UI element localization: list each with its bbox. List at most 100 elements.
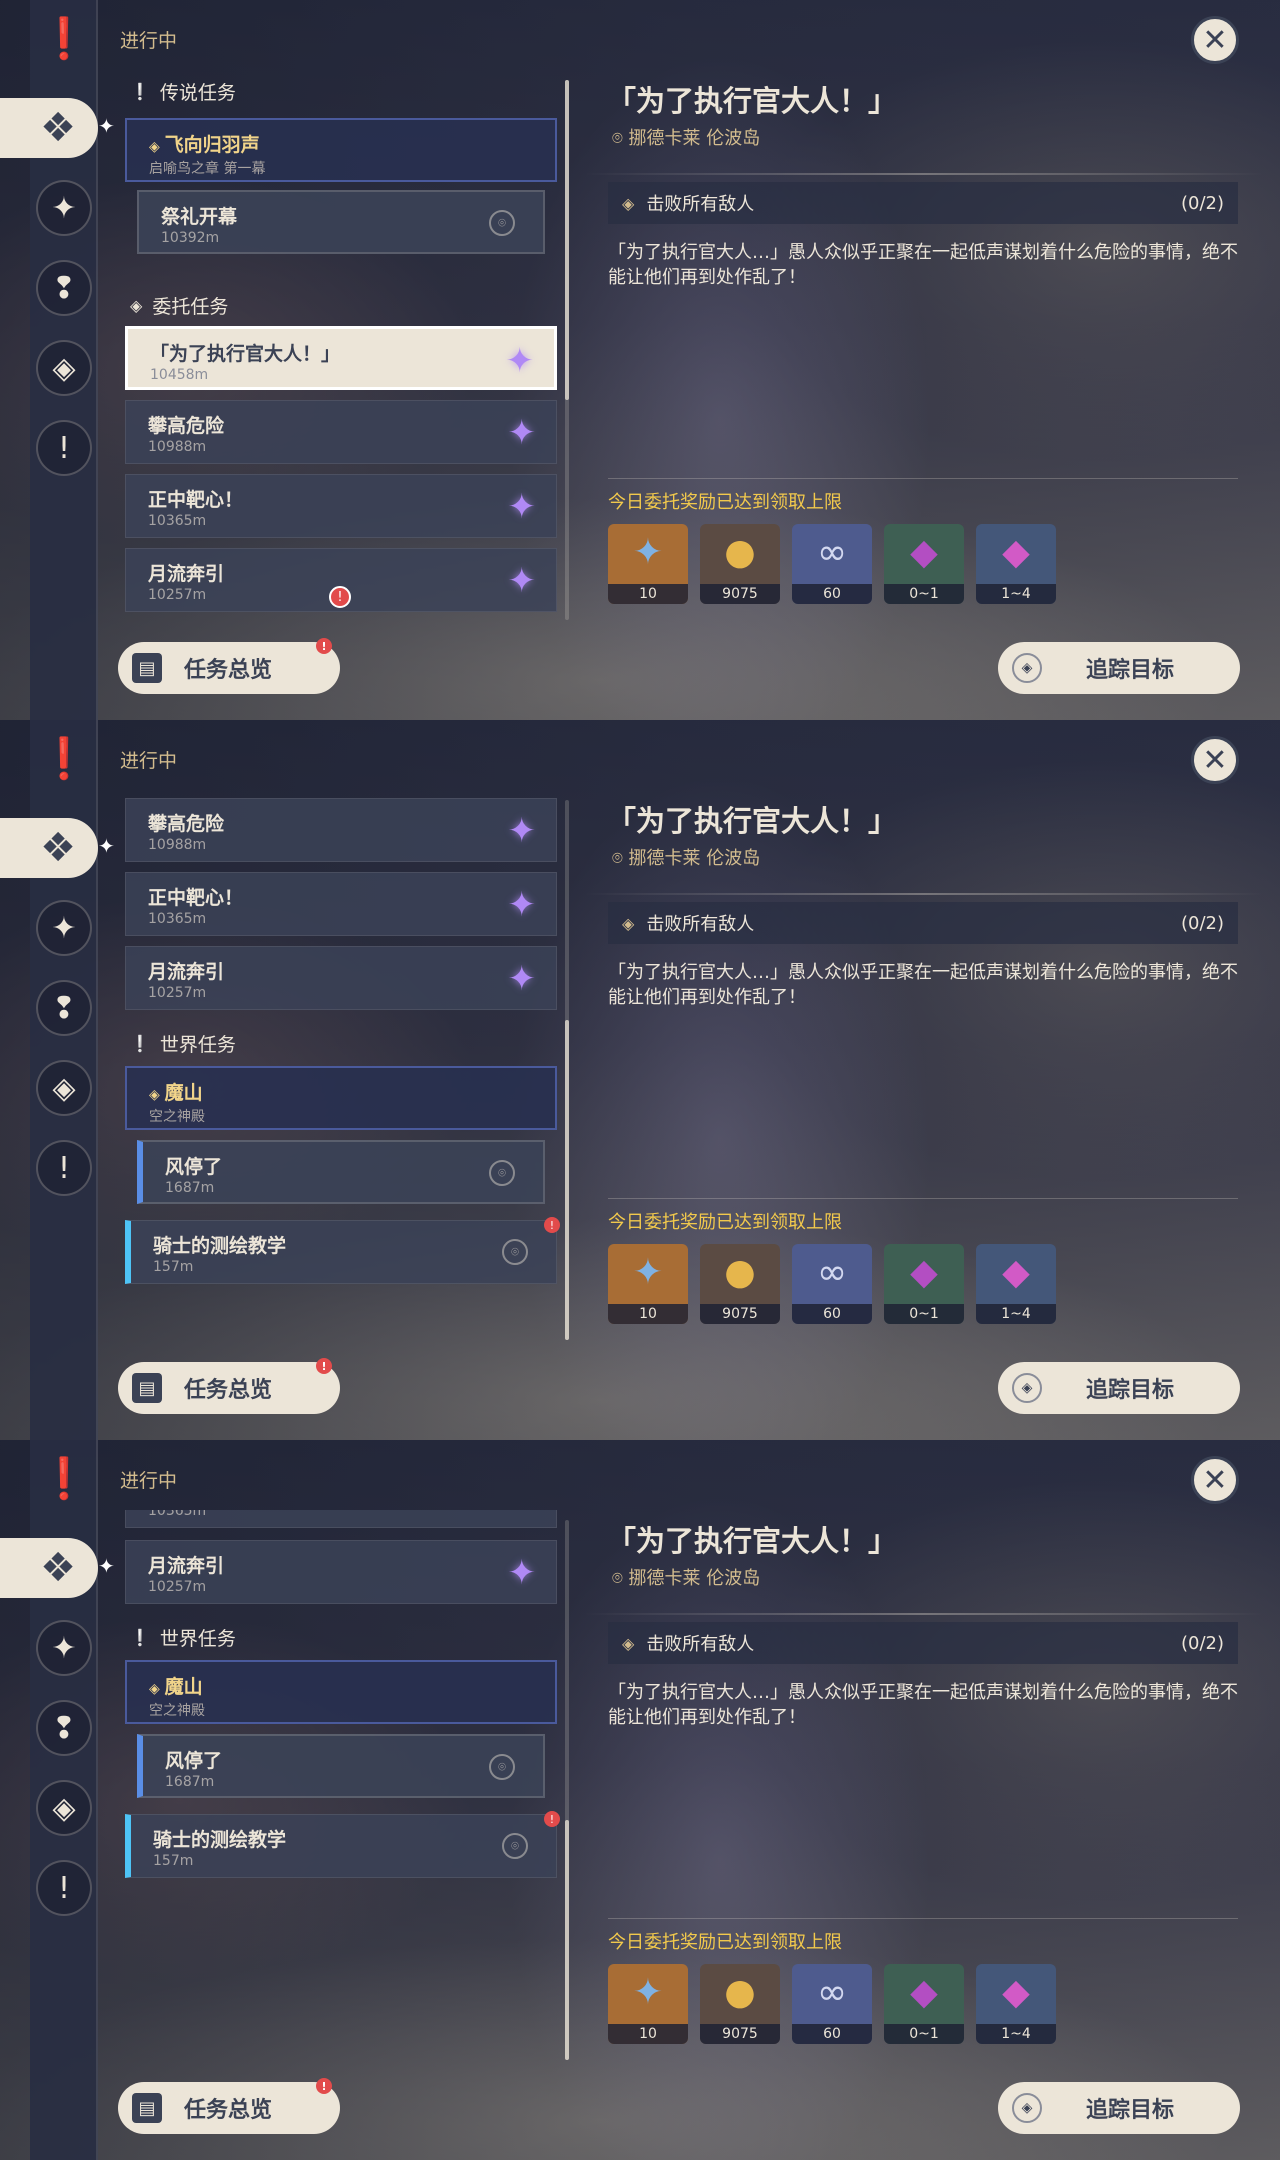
primogem-icon[interactable]: ✦ 10 — [608, 1964, 688, 2044]
quest-screen-3: ❗ ✦ ❢ ◈ ! ❖ ✦ 进行中 10365m 月流奔引 10257m ✦ ❕… — [0, 1440, 1280, 2160]
quest-book-icon: ▤ — [132, 2093, 162, 2123]
quest-location: ⌾ 挪德卡莱 伦波岛 — [612, 1568, 761, 1589]
commission-star-icon: ✦ — [507, 1553, 537, 1593]
world-quest-icon[interactable]: ❢ — [36, 980, 92, 1036]
purple-crystal-icon[interactable]: ◆ 1~4 — [976, 524, 1056, 604]
commission-card[interactable]: 月流奔引 10257m ✦ — [125, 1540, 557, 1604]
quest-title: 「为了执行官大人！」 — [607, 804, 898, 838]
section-legend: ❕ 传说任务 — [130, 82, 236, 104]
commission-card-partial[interactable]: 10365m — [125, 1510, 557, 1528]
quest-overview-button[interactable]: ▤ 任务总览 ! — [118, 2078, 340, 2134]
world-quest-icon[interactable]: ❢ — [36, 1700, 92, 1756]
world-quest-icon[interactable]: ❢ — [36, 260, 92, 316]
event-quest-icon[interactable]: ◈ — [36, 340, 92, 396]
sparkle-icon: ✦ — [98, 834, 115, 858]
quest-overview-button[interactable]: ▤ 任务总览 ! — [118, 1358, 340, 1414]
close-button[interactable]: ✕ — [1191, 736, 1239, 784]
daily-commission-icon: ❖ — [40, 825, 76, 871]
quest-objective: ◈ 击败所有敌人 (0/2) — [608, 1622, 1238, 1664]
commission-star-icon: ✦ — [505, 341, 535, 381]
green-crystal-icon[interactable]: ◆ 0~1 — [884, 1964, 964, 2044]
location-pin-icon[interactable]: ⌾ — [502, 1239, 528, 1265]
archon-quest-icon[interactable]: ✦ — [36, 1620, 92, 1676]
world-step-card[interactable]: 风停了 1687m ⌾ — [137, 1734, 545, 1798]
bookmark-icon[interactable]: ❗ — [36, 1450, 92, 1506]
quest-list-scrollbar[interactable] — [565, 1520, 569, 2060]
reward-limit-notice: 今日委托奖励已达到领取上限 — [608, 1212, 842, 1233]
purple-crystal-icon[interactable]: ◆ 1~4 — [976, 1964, 1056, 2044]
close-button[interactable]: ✕ — [1191, 1456, 1239, 1504]
commission-star-icon: ✦ — [507, 885, 537, 925]
close-icon: ✕ — [1202, 22, 1228, 58]
alert-dot-icon: ! — [316, 2078, 332, 2094]
quest-screen-1: ❗ ✦ ❢ ◈ ! ❖ ✦ 进行中 ❕传说任务 飞向归羽声 启喻鸟之章 第一幕 … — [0, 0, 1280, 720]
location-pin-icon[interactable]: ⌾ — [502, 1833, 528, 1859]
adventure-exp-icon[interactable]: ∞ 60 — [792, 1964, 872, 2044]
event-quest-icon[interactable]: ◈ — [36, 1060, 92, 1116]
world-arc-card[interactable]: 魔山 空之神殿 — [125, 1660, 557, 1724]
alert-quest-icon[interactable]: ! — [36, 1860, 92, 1916]
location-pin-icon: ⌾ — [612, 1568, 629, 1589]
location-pin-icon[interactable]: ⌾ — [489, 210, 515, 236]
track-target-button[interactable]: ◈ 追踪目标 — [998, 642, 1240, 694]
commission-card[interactable]: 正中靶心！ 10365m ✦ — [125, 474, 557, 538]
quest-title: 「为了执行官大人！」 — [607, 1524, 898, 1558]
daily-commission-tab[interactable]: ❖ — [0, 818, 98, 878]
quest-list-scrollbar[interactable] — [565, 800, 569, 1340]
archon-quest-icon[interactable]: ✦ — [36, 900, 92, 956]
sparkle-icon: ✦ — [98, 114, 115, 138]
commission-star-icon: ✦ — [507, 959, 537, 999]
alert-dot-icon: ! — [316, 638, 332, 654]
world-quest-icon: ❕ — [130, 1034, 150, 1053]
close-icon: ✕ — [1202, 1462, 1228, 1498]
status-label: 进行中 — [120, 750, 178, 772]
quest-overview-button[interactable]: ▤ 任务总览 ! — [118, 638, 340, 694]
track-target-button[interactable]: ◈ 追踪目标 — [998, 2082, 1240, 2134]
primogem-icon[interactable]: ✦ 10 — [608, 1244, 688, 1324]
quest-list-scrollbar[interactable] — [565, 80, 569, 620]
reward-list: ✦ 10 ● 9075 ∞ 60 ◆ 0~1 ◆ 1~4 — [608, 1244, 1056, 1324]
purple-crystal-icon[interactable]: ◆ 1~4 — [976, 1244, 1056, 1324]
archon-quest-icon[interactable]: ✦ — [36, 180, 92, 236]
alert-dot-icon: ! — [544, 1217, 560, 1233]
alert-quest-icon[interactable]: ! — [36, 420, 92, 476]
commission-star-icon: ✦ — [507, 811, 537, 851]
world-quest-icon: ❕ — [130, 1628, 150, 1647]
legend-quest-icon: ❕ — [130, 82, 150, 101]
legend-step-card[interactable]: 祭礼开幕 10392m ⌾ — [137, 190, 545, 254]
alert-dot-icon: ! — [316, 1358, 332, 1374]
commission-card[interactable]: 月流奔引 10257m ✦ — [125, 946, 557, 1010]
green-crystal-icon[interactable]: ◆ 0~1 — [884, 1244, 964, 1324]
objective-diamond-icon: ◈ — [622, 1633, 635, 1653]
bookmark-icon[interactable]: ❗ — [36, 10, 92, 66]
track-target-button[interactable]: ◈ 追踪目标 — [998, 1362, 1240, 1414]
world-quest-card[interactable]: 骑士的测绘教学 157m ⌾ ! — [125, 1217, 560, 1284]
event-quest-icon[interactable]: ◈ — [36, 1780, 92, 1836]
location-pin-icon[interactable]: ⌾ — [489, 1160, 515, 1186]
daily-commission-tab[interactable]: ❖ — [0, 98, 98, 158]
commission-card[interactable]: 攀高危险 10988m ✦ — [125, 798, 557, 862]
quest-book-icon: ▤ — [132, 1373, 162, 1403]
commission-card-selected[interactable]: 「为了执行官大人！」 10458m ✦ — [125, 326, 557, 390]
daily-commission-tab[interactable]: ❖ — [0, 1538, 98, 1598]
alert-quest-icon[interactable]: ! — [36, 1140, 92, 1196]
close-button[interactable]: ✕ — [1191, 16, 1239, 64]
section-commission: ◈ 委托任务 — [130, 296, 229, 318]
world-quest-card[interactable]: 骑士的测绘教学 157m ⌾ ! — [125, 1811, 560, 1878]
green-crystal-icon[interactable]: ◆ 0~1 — [884, 524, 964, 604]
quest-title: 「为了执行官大人！」 — [607, 84, 898, 118]
reward-list: ✦ 10 ● 9075 ∞ 60 ◆ 0~1 ◆ 1~4 — [608, 524, 1056, 604]
mora-icon[interactable]: ● 9075 — [700, 1244, 780, 1324]
world-step-card[interactable]: 风停了 1687m ⌾ — [137, 1140, 545, 1204]
world-arc-card[interactable]: 魔山 空之神殿 — [125, 1066, 557, 1130]
mora-icon[interactable]: ● 9075 — [700, 524, 780, 604]
commission-card[interactable]: 攀高危险 10988m ✦ — [125, 400, 557, 464]
mora-icon[interactable]: ● 9075 — [700, 1964, 780, 2044]
location-pin-icon[interactable]: ⌾ — [489, 1754, 515, 1780]
bookmark-icon[interactable]: ❗ — [36, 730, 92, 786]
adventure-exp-icon[interactable]: ∞ 60 — [792, 524, 872, 604]
legend-chapter-card[interactable]: 飞向归羽声 启喻鸟之章 第一幕 — [125, 118, 557, 182]
adventure-exp-icon[interactable]: ∞ 60 — [792, 1244, 872, 1324]
primogem-icon[interactable]: ✦ 10 — [608, 524, 688, 604]
commission-card[interactable]: 正中靶心！ 10365m ✦ — [125, 872, 557, 936]
